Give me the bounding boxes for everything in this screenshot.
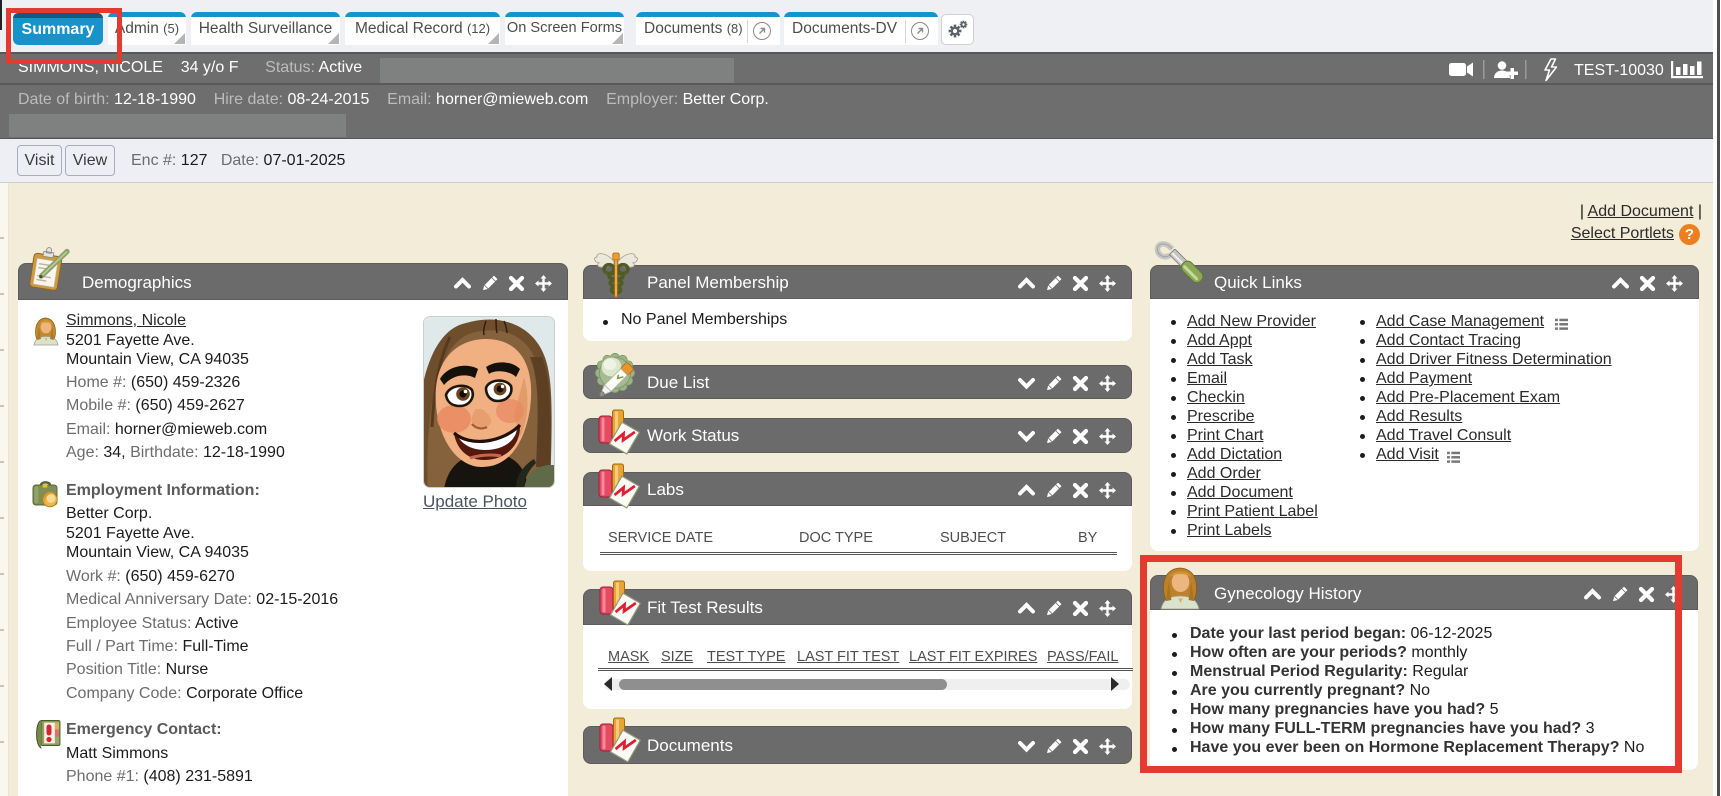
svg-text:TEST-10030: TEST-10030 [1574, 62, 1664, 79]
